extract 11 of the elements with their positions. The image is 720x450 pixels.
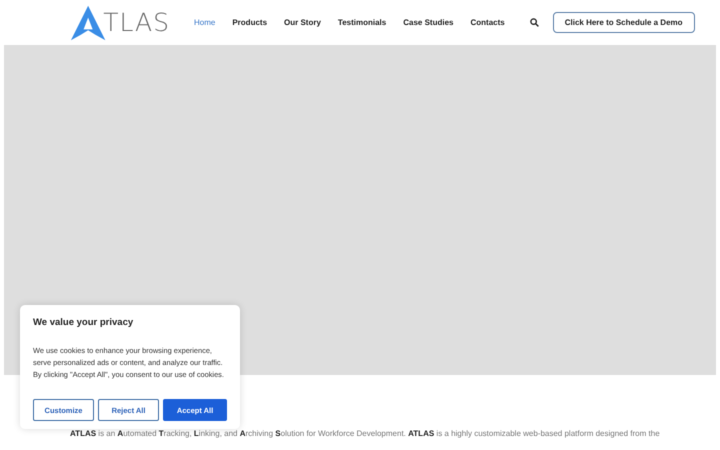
nav-link[interactable]: Case Studies bbox=[403, 18, 454, 27]
schedule-demo-button[interactable]: Click Here to Schedule a Demo bbox=[552, 12, 695, 33]
cookie-title: We value your privacy bbox=[33, 317, 134, 328]
nav-link[interactable]: Our Story bbox=[284, 18, 321, 27]
nav-link[interactable]: Home bbox=[194, 18, 216, 27]
search-icon[interactable] bbox=[530, 18, 539, 27]
nav-link[interactable]: Testimonials bbox=[338, 18, 386, 27]
nav-link[interactable]: Products bbox=[232, 18, 268, 27]
intro-paragraph: ATLAS is an Automated Tracking, Linking, and Archiving Solution for Workforce Development. ATLAS is a highly customizable web-based platform designed from the bbox=[70, 428, 660, 439]
nav-link[interactable]: Contacts bbox=[470, 18, 505, 27]
logo-text: TLAS bbox=[103, 8, 170, 37]
